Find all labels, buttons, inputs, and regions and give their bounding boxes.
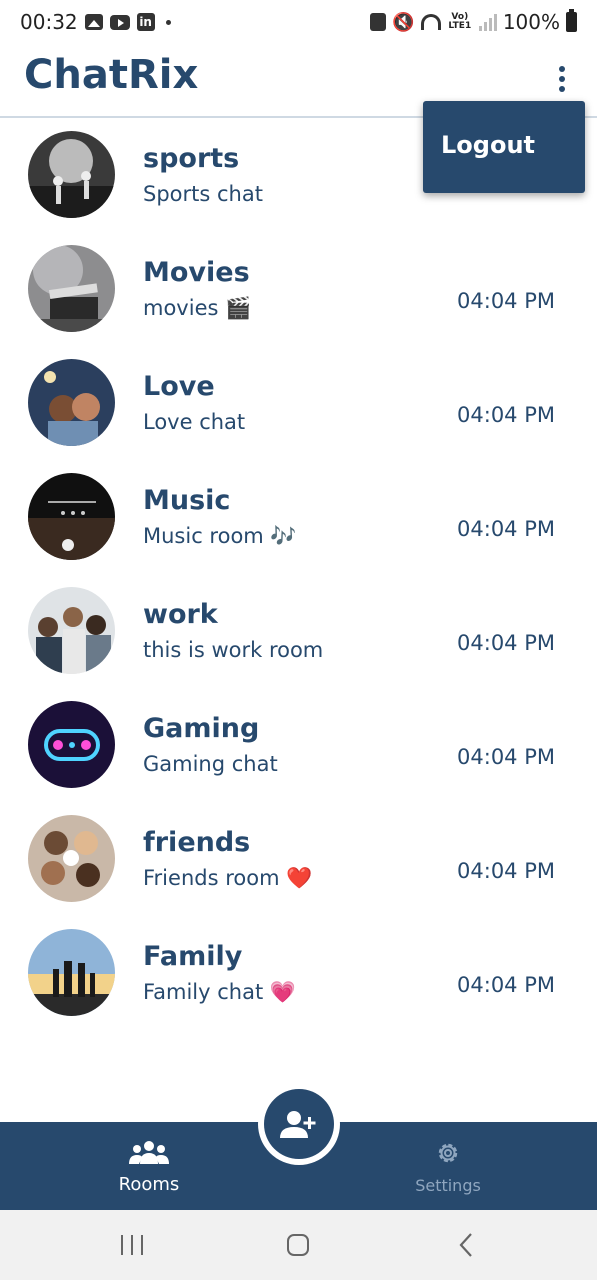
- signal-icon: [478, 13, 497, 31]
- room-subtitle: Love chat: [143, 410, 246, 434]
- room-subtitle: Sports chat: [143, 182, 263, 206]
- home-icon[interactable]: [278, 1230, 318, 1260]
- overflow-menu: Logout: [423, 101, 585, 193]
- youtube-notification-icon: [109, 14, 130, 30]
- room-time: 04:04 PM: [457, 631, 555, 655]
- nav-label-rooms: Rooms: [118, 1174, 180, 1195]
- group-icon: [129, 1141, 169, 1164]
- network-label: Vo) LTE1: [448, 12, 472, 31]
- gallery-notification-icon: [84, 14, 103, 30]
- nav-item-settings[interactable]: Settings: [388, 1140, 508, 1195]
- list-item[interactable]: Gaming Gaming chat 04:04 PM: [0, 688, 597, 802]
- status-bar: 00:32 in 🔇 Vo) LTE1 100%: [0, 0, 597, 44]
- room-avatar: [28, 131, 115, 218]
- more-notifications-dot-icon: [165, 19, 171, 25]
- gear-icon: [438, 1143, 458, 1163]
- back-icon[interactable]: [446, 1230, 486, 1260]
- room-avatar: [28, 359, 115, 446]
- room-name: Music: [143, 485, 231, 516]
- room-time: 04:04 PM: [457, 403, 555, 427]
- room-subtitle: Friends room ❤️: [143, 866, 313, 890]
- battery-icon: [566, 9, 577, 32]
- mute-icon: 🔇: [392, 11, 415, 33]
- list-item[interactable]: Family Family chat 💗 04:04 PM: [0, 916, 597, 1030]
- wifi-icon: [420, 14, 441, 30]
- more-vert-icon[interactable]: [548, 64, 576, 94]
- room-avatar: [28, 245, 115, 332]
- room-time: 04:04 PM: [457, 859, 555, 883]
- room-name: friends: [143, 827, 251, 858]
- nav-item-rooms[interactable]: Rooms: [89, 1140, 209, 1195]
- status-right: 🔇 Vo) LTE1 100%: [370, 9, 577, 34]
- fab-inner: [264, 1089, 334, 1159]
- room-name: Love: [143, 371, 215, 402]
- room-name: Family: [143, 941, 243, 972]
- list-item[interactable]: work this is work room 04:04 PM: [0, 574, 597, 688]
- room-name: work: [143, 599, 218, 630]
- room-avatar: [28, 815, 115, 902]
- room-subtitle: this is work room: [143, 638, 324, 662]
- list-item[interactable]: Movies movies 🎬 04:04 PM: [0, 232, 597, 346]
- room-name: Gaming: [143, 713, 260, 744]
- list-item[interactable]: friends Friends room ❤️ 04:04 PM: [0, 802, 597, 916]
- room-avatar: [28, 701, 115, 788]
- app-title: ChatRix: [24, 52, 199, 98]
- recycle-icon: [370, 13, 387, 31]
- system-nav-bar: [0, 1210, 597, 1280]
- add-user-button[interactable]: [258, 1083, 340, 1165]
- room-name: Movies: [143, 257, 250, 288]
- room-time: 04:04 PM: [457, 289, 555, 313]
- room-subtitle: Gaming chat: [143, 752, 278, 776]
- linkedin-notification-icon: in: [136, 13, 155, 31]
- list-item[interactable]: Love Love chat 04:04 PM: [0, 346, 597, 460]
- status-time: 00:32: [20, 10, 78, 34]
- recent-apps-icon[interactable]: [112, 1230, 152, 1260]
- add-user-icon: [280, 1111, 316, 1138]
- room-subtitle: movies 🎬: [143, 296, 252, 320]
- room-name: sports: [143, 143, 240, 174]
- room-subtitle: Music room 🎶: [143, 524, 297, 548]
- room-time: 04:04 PM: [457, 517, 555, 541]
- room-avatar: [28, 473, 115, 560]
- room-time: 04:04 PM: [457, 745, 555, 769]
- battery-percent: 100%: [502, 10, 560, 34]
- list-item[interactable]: Music Music room 🎶 04:04 PM: [0, 460, 597, 574]
- room-avatar: [28, 587, 115, 674]
- room-avatar: [28, 929, 115, 1016]
- logout-menu-item[interactable]: Logout: [441, 131, 535, 159]
- room-subtitle: Family chat 💗: [143, 980, 297, 1004]
- status-left: 00:32 in: [20, 10, 171, 34]
- room-time: 04:04 PM: [457, 973, 555, 997]
- nav-label-settings: Settings: [415, 1176, 481, 1195]
